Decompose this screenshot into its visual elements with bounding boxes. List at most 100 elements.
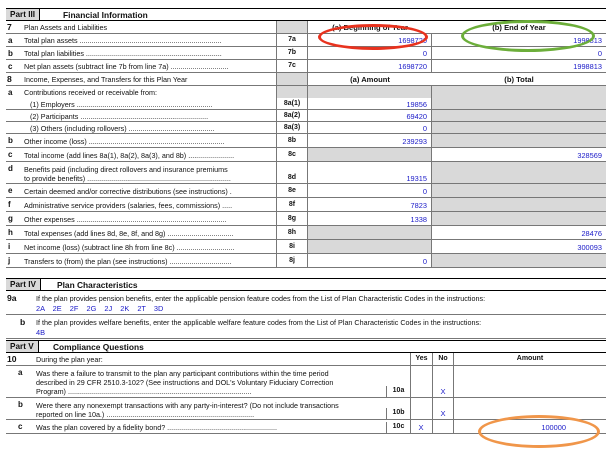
line-7-row: b Total plan liabilities ................…	[6, 47, 606, 60]
line-9a-text: If the plan provides pension benefits, e…	[36, 294, 486, 303]
col-b-header: (b) End of Year	[492, 23, 546, 32]
col-a-value: 1698720	[398, 36, 427, 45]
amount-value: 19315	[406, 174, 427, 183]
amount-value: 19856	[406, 100, 427, 109]
total-cell-shaded	[432, 98, 606, 109]
part-3-header: Part III Financial Information	[6, 8, 606, 21]
total-cell	[432, 254, 606, 267]
part-5-tag: Part V	[6, 341, 39, 352]
line-8a-intro: a Contributions received or receivable f…	[6, 86, 606, 98]
col-a-cell: 1698720	[308, 60, 432, 72]
col-a-cell: 1698720	[308, 34, 432, 46]
no-header: No	[432, 353, 454, 365]
amount-cell: 69420	[308, 110, 432, 121]
row-letter: b	[8, 49, 13, 58]
col-b-cell: 1998813	[432, 34, 606, 46]
col-a-value: 1698720	[398, 62, 427, 71]
no-mark: X	[440, 387, 446, 396]
line-7-row: c Net plan assets (subtract line 7b from …	[6, 60, 606, 73]
line-8-row: g Other expenses ........................…	[6, 212, 606, 226]
row-letter: c	[8, 150, 13, 159]
line-9b-row: b If the plan provides welfare benefits,…	[6, 315, 606, 339]
row-letter: d	[8, 164, 13, 173]
col-a-cell: 0	[308, 47, 432, 59]
line-7-header: 7 Plan Assets and Liabilities (a) Beginn…	[6, 21, 606, 34]
total-cell	[432, 198, 606, 211]
row-code: 7b	[276, 47, 308, 59]
amount-cell: 0	[308, 254, 432, 267]
row-label: Total expenses (add lines 8d, 8e, 8f, an…	[24, 229, 234, 238]
row-code: 10c	[386, 422, 410, 433]
row-label: Benefits paid (including direct rollover…	[24, 165, 228, 174]
part-3-title: Financial Information	[63, 10, 148, 20]
total-cell: 328569	[432, 148, 606, 161]
row-label: (2) Participants .......................…	[30, 112, 209, 121]
total-cell	[432, 162, 606, 183]
amount-value: 69420	[406, 112, 427, 121]
col-b-value: 1998813	[573, 62, 602, 71]
line-10-row: b Were there any nonexempt transactions w…	[6, 398, 606, 420]
row-code: 8a(1)	[276, 98, 308, 109]
line-8-row: d Benefits paid (including direct rollove…	[6, 162, 606, 184]
amount-cell	[454, 366, 606, 397]
total-cell	[432, 184, 606, 197]
part-5-header: Part V Compliance Questions	[6, 340, 606, 353]
row-text-line1: Was there a failure to transmit to the p…	[36, 369, 329, 378]
amount-cell: 0	[308, 122, 432, 133]
line-8-row: h Total expenses (add lines 8d, 8e, 8f, a…	[6, 226, 606, 240]
line-8-header: 8 Income, Expenses, and Transfers for th…	[6, 73, 606, 86]
line-7-label: Plan Assets and Liabilities	[24, 23, 108, 32]
row-letter: c	[18, 422, 23, 431]
contribution-row: (3) Others (including rollovers) .......…	[6, 122, 606, 134]
row-code: 8f	[276, 198, 308, 211]
col-b-value: 1998813	[573, 36, 602, 45]
row-letter: f	[8, 200, 11, 209]
row-text-line2: described in 29 CFR 2510.3-102? (See ins…	[36, 378, 334, 387]
row-letter: g	[8, 214, 13, 223]
contribution-row: (2) Participants .......................…	[6, 110, 606, 122]
form-page: Part III Financial Information 7 Plan As…	[6, 4, 606, 456]
row-code: 8a(2)	[276, 110, 308, 121]
row-letter: j	[8, 256, 11, 265]
row-label: Other income (loss) ....................…	[24, 137, 225, 146]
line-9a-codes: 2A 2E 2F 2G 2J 2K 2T 3D	[36, 304, 164, 313]
line-10-number: 10	[7, 354, 17, 364]
row-label: Total income (add lines 8a(1), 8a(2), 8a…	[24, 151, 235, 160]
total-cell-shaded	[432, 110, 606, 121]
row-code: 8c	[276, 148, 308, 161]
row-code: 8j	[276, 254, 308, 267]
row-label: Total plan assets ......................…	[24, 36, 222, 45]
line-10-row: c Was the plan covered by a fidelity bond…	[6, 420, 606, 434]
amount-cell: 1338	[308, 212, 432, 225]
row-code: 8b	[276, 134, 308, 147]
line-9a-number: 9a	[7, 293, 17, 303]
line-9b-codes: 4B	[36, 328, 46, 337]
total-cell: 300093	[432, 240, 606, 253]
row-text-line1: Was the plan covered by a fidelity bond?…	[36, 423, 278, 432]
row-code: 7a	[276, 34, 308, 46]
contribution-row: (1) Employers ..........................…	[6, 98, 606, 110]
total-value: 300093	[577, 243, 602, 252]
row-letter: a	[8, 36, 13, 45]
line-8-row: f Administrative service providers (salar…	[6, 198, 606, 212]
part-4-header: Part IV Plan Characteristics	[6, 278, 606, 291]
row-code: 7c	[276, 60, 308, 72]
row-letter: h	[8, 228, 13, 237]
amount-value: 100000	[541, 423, 566, 432]
line-8a-a-shade	[308, 86, 432, 98]
amount-value: 0	[422, 124, 427, 133]
row-code: 8a(3)	[276, 122, 308, 133]
line-8-row: c Total income (add lines 8a(1), 8a(2), 8…	[6, 148, 606, 162]
part-4-title: Plan Characteristics	[57, 280, 138, 290]
amount-value: 1338	[410, 215, 427, 224]
row-label: (1) Employers ..........................…	[30, 100, 213, 109]
line-8-code-shade	[276, 73, 308, 85]
no-mark: X	[440, 409, 446, 418]
amount-value: 0	[422, 187, 427, 196]
amount-cell: 100000	[454, 420, 606, 433]
part-4-tag: Part IV	[6, 279, 41, 290]
total-cell	[432, 134, 606, 147]
amount-value: 0	[422, 257, 427, 266]
row-code: 8i	[276, 240, 308, 253]
yes-header: Yes	[410, 353, 432, 365]
